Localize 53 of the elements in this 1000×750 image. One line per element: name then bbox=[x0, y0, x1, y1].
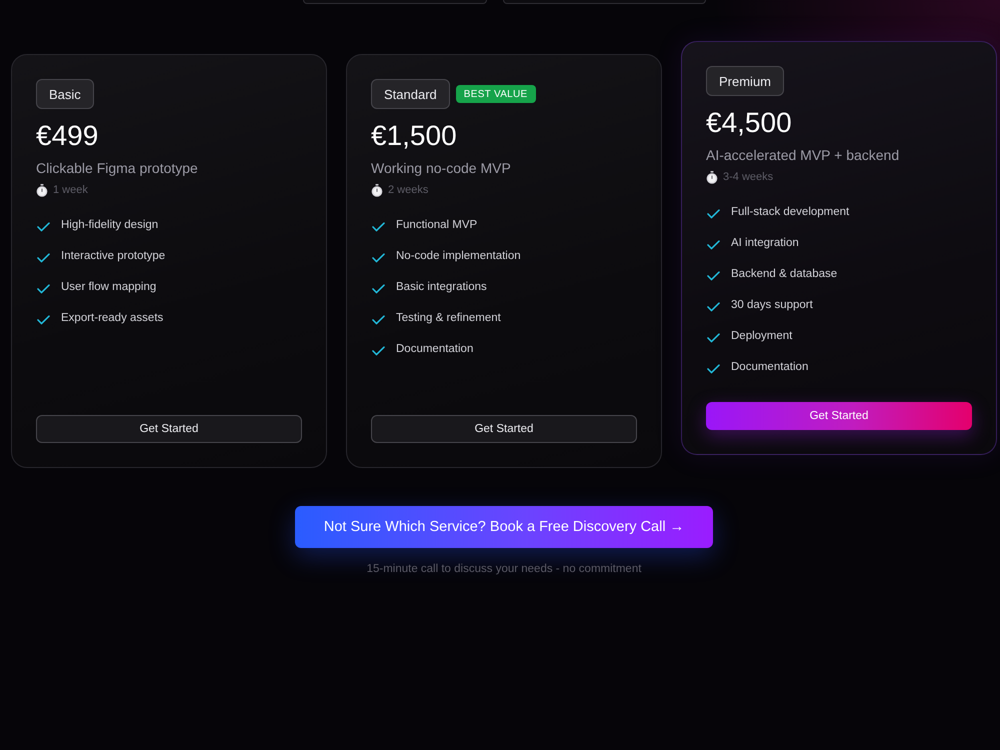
check-icon bbox=[707, 271, 720, 281]
check-icon bbox=[372, 253, 385, 263]
check-icon bbox=[707, 302, 720, 312]
outline-button[interactable] bbox=[303, 0, 487, 4]
feature-text: No-code implementation bbox=[396, 249, 521, 264]
get-started-button[interactable]: Get Started bbox=[371, 415, 637, 443]
check-icon bbox=[372, 222, 385, 232]
plan-name: Standard bbox=[371, 79, 450, 109]
plan-description: AI-accelerated MVP + backend bbox=[706, 146, 900, 164]
feature-text: Documentation bbox=[731, 360, 808, 375]
check-icon bbox=[37, 222, 50, 232]
check-icon bbox=[372, 284, 385, 294]
stopwatch-icon bbox=[36, 184, 48, 196]
feature-text: Basic integrations bbox=[396, 280, 487, 295]
plan-duration: 1 week bbox=[53, 183, 88, 197]
check-icon bbox=[37, 315, 50, 325]
plan-duration: 3-4 weeks bbox=[723, 170, 774, 184]
plan-price: €4,500 bbox=[706, 106, 793, 140]
check-icon bbox=[372, 346, 385, 356]
check-icon bbox=[37, 284, 50, 294]
feature-text: Export-ready assets bbox=[61, 311, 164, 326]
feature-text: AI integration bbox=[731, 236, 799, 251]
discovery-call-button[interactable]: Not Sure Which Service? Book a Free Discovery Call → bbox=[295, 506, 713, 548]
plan-duration: 2 weeks bbox=[388, 183, 428, 197]
feature-text: Full-stack development bbox=[731, 205, 850, 220]
cta-note: 15-minute call to discuss your needs - no commitment bbox=[366, 562, 642, 576]
check-icon bbox=[707, 333, 720, 343]
get-started-button[interactable]: Get Started bbox=[36, 415, 302, 443]
feature-text: Deployment bbox=[731, 329, 792, 344]
check-icon bbox=[372, 315, 385, 325]
feature-text: Documentation bbox=[396, 342, 474, 357]
feature-text: Testing & refinement bbox=[396, 311, 501, 326]
outline-button[interactable] bbox=[503, 0, 706, 4]
plan-badge: BEST VALUE bbox=[456, 85, 536, 103]
check-icon bbox=[707, 364, 720, 374]
plan-description: Working no-code MVP bbox=[371, 159, 512, 177]
feature-text: User flow mapping bbox=[61, 280, 156, 295]
plan-price: €1,500 bbox=[371, 119, 458, 153]
check-icon bbox=[707, 240, 720, 250]
feature-text: Functional MVP bbox=[396, 218, 478, 233]
feature-text: High-fidelity design bbox=[61, 218, 158, 233]
stopwatch-icon bbox=[706, 170, 718, 184]
stopwatch-icon bbox=[371, 184, 383, 196]
plan-name: Basic bbox=[36, 79, 94, 109]
feature-text: Backend & database bbox=[731, 267, 838, 282]
get-started-button[interactable]: Get Started bbox=[706, 402, 972, 430]
check-icon bbox=[707, 209, 720, 219]
feature-text: Interactive prototype bbox=[61, 249, 166, 264]
plan-price: €499 bbox=[36, 119, 100, 153]
plan-description: Clickable Figma prototype bbox=[36, 159, 199, 177]
check-icon bbox=[37, 253, 50, 263]
plan-name: Premium bbox=[706, 66, 784, 96]
feature-text: 30 days support bbox=[731, 298, 813, 313]
